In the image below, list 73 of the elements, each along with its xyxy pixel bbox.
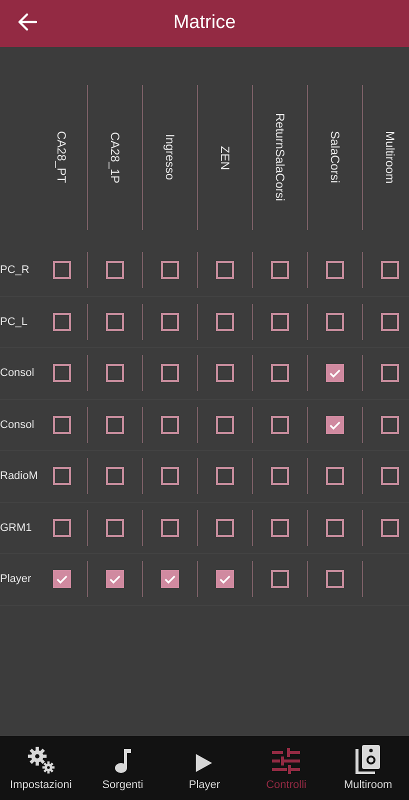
checkbox[interactable]: [271, 364, 289, 382]
back-icon[interactable]: [17, 13, 37, 31]
checkbox[interactable]: [106, 416, 124, 434]
checkbox[interactable]: [106, 261, 124, 280]
checkbox[interactable]: [106, 312, 124, 331]
row-label: PC_L: [0, 314, 28, 330]
tab[interactable]: Multiroom: [327, 736, 409, 800]
checkbox[interactable]: [381, 312, 399, 331]
checkbox[interactable]: [161, 364, 179, 382]
checkbox[interactable]: [381, 261, 399, 280]
checkbox[interactable]: [271, 570, 289, 588]
checkbox[interactable]: [381, 467, 399, 486]
checkbox[interactable]: [161, 518, 179, 537]
checkbox[interactable]: [161, 467, 179, 486]
checkbox[interactable]: [271, 261, 289, 280]
checkbox[interactable]: [52, 312, 70, 331]
column-header: CA28_1P: [107, 132, 123, 184]
checkbox[interactable]: [52, 261, 70, 280]
column-header: Multiroom: [382, 131, 398, 184]
row-label: Consol: [0, 366, 34, 381]
checkbox[interactable]: [52, 467, 70, 486]
tab[interactable]: Player: [164, 736, 246, 800]
column-header: ZEN: [217, 146, 233, 170]
checkbox[interactable]: [216, 364, 234, 382]
checkbox[interactable]: [216, 261, 234, 280]
checkbox[interactable]: [216, 570, 234, 588]
checkbox[interactable]: [52, 416, 70, 434]
checkbox[interactable]: [106, 364, 124, 382]
checkbox[interactable]: [216, 416, 234, 434]
checkbox[interactable]: [326, 364, 344, 382]
checkbox[interactable]: [326, 518, 344, 537]
checkbox[interactable]: [271, 312, 289, 331]
checkbox[interactable]: [381, 364, 399, 382]
checkbox[interactable]: [106, 467, 124, 486]
checkbox[interactable]: [271, 518, 289, 537]
row-label: GRM1: [0, 520, 32, 536]
checkbox[interactable]: [326, 312, 344, 331]
play-icon: [195, 752, 214, 774]
gears-icon: [26, 746, 56, 774]
checkbox[interactable]: [161, 570, 179, 588]
music-note-icon: [112, 748, 133, 774]
sliders-icon: [272, 748, 300, 774]
checkbox[interactable]: [106, 570, 124, 588]
row-label: RadioM: [0, 469, 38, 484]
checkbox[interactable]: [106, 518, 124, 537]
checkbox[interactable]: [216, 467, 234, 486]
checkbox[interactable]: [161, 312, 179, 331]
checkbox[interactable]: [326, 261, 344, 280]
column-header: SalaCorsi: [327, 131, 343, 184]
checkbox[interactable]: [381, 416, 399, 434]
checkbox[interactable]: [52, 518, 70, 537]
row-label: Consol: [0, 418, 34, 432]
checkbox[interactable]: [52, 570, 70, 588]
screen-title: Matrice: [173, 11, 236, 36]
checkbox[interactable]: [161, 261, 179, 280]
tab[interactable]: Sorgenti: [82, 736, 164, 800]
checkbox[interactable]: [381, 518, 399, 537]
checkbox[interactable]: [216, 312, 234, 331]
checkbox[interactable]: [271, 416, 289, 434]
checkbox[interactable]: [161, 416, 179, 434]
checkbox[interactable]: [326, 416, 344, 434]
speaker-icon: [355, 744, 382, 774]
row-label: PC_R: [0, 263, 30, 278]
column-header: Ingresso: [162, 134, 178, 181]
row-label: Player: [0, 572, 32, 587]
checkbox[interactable]: [326, 467, 344, 486]
column-header: ReturnSalaCorsi: [272, 113, 288, 202]
checkbox[interactable]: [271, 467, 289, 486]
column-header: CA28_PT: [54, 131, 70, 184]
checkbox[interactable]: [326, 570, 344, 588]
tab[interactable]: Impostazioni: [0, 736, 82, 800]
checkbox[interactable]: [216, 518, 234, 537]
checkbox[interactable]: [52, 364, 70, 382]
